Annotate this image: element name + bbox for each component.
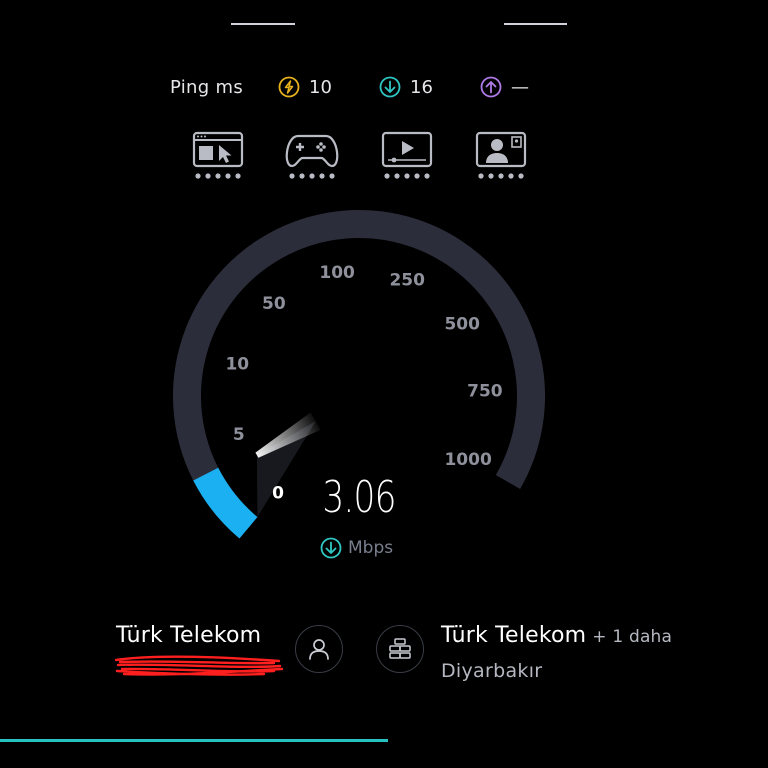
server-stack-icon — [389, 638, 411, 659]
isp-name: Türk Telekom — [116, 623, 262, 648]
progress-bar — [0, 739, 768, 742]
gauge-tick-100: 100 — [319, 263, 355, 283]
speed-unit: Mbps — [320, 537, 393, 559]
gauge-tick-10: 10 — [225, 354, 249, 374]
server-isp-name: Türk Telekom — [441, 623, 587, 648]
speed-unit-label: Mbps — [348, 538, 394, 558]
user-button[interactable] — [295, 625, 343, 673]
gauge-tick-50: 50 — [262, 294, 286, 314]
arrow-down-circle-icon — [320, 537, 342, 559]
gauge-tick-750: 750 — [467, 382, 503, 402]
speed-value: 3.06 — [322, 472, 396, 523]
gauge-tick-1000: 1000 — [444, 450, 491, 470]
gauge-tick-250: 250 — [389, 271, 425, 291]
gauge-tick-5: 5 — [233, 425, 245, 445]
progress-fill — [0, 739, 388, 742]
server-more[interactable]: + 1 daha — [592, 627, 672, 647]
user-icon — [309, 639, 329, 660]
redaction-scribble — [114, 655, 284, 676]
server-city: Diyarbakır — [441, 660, 543, 682]
gauge-tick-500: 500 — [444, 315, 480, 335]
server-isp[interactable]: Türk Telekom + 1 daha — [441, 623, 672, 648]
server-button[interactable] — [376, 625, 424, 673]
